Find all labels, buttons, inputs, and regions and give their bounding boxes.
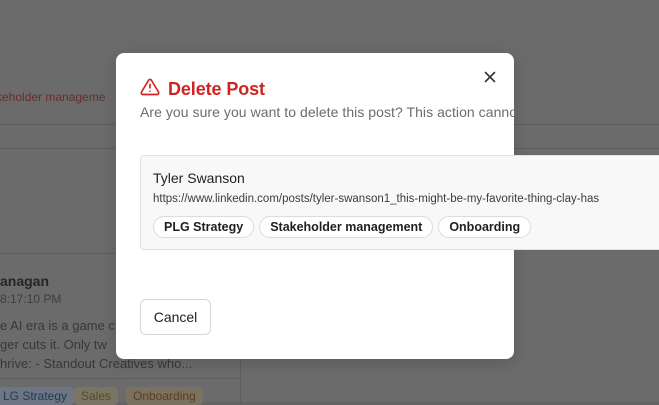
tag-chip: Stakeholder management (259, 216, 434, 238)
tag-chip: Onboarding (438, 216, 532, 238)
cancel-button[interactable]: Cancel (140, 299, 211, 335)
dialog-header: Delete Post (140, 77, 265, 102)
post-author: Tyler Swanson (153, 170, 245, 186)
post-tags: PLG Strategy Stakeholder management Onbo… (153, 216, 532, 238)
background-tag: Sales (74, 387, 119, 405)
background-divider (0, 378, 240, 379)
post-preview-card: Tyler Swanson https://www.linkedin.com/p… (140, 155, 659, 250)
warning-triangle-icon (140, 77, 160, 102)
background-timestamp: 8:17:10 PM (0, 292, 62, 306)
post-url: https://www.linkedin.com/posts/tyler-swa… (153, 193, 600, 205)
background-tag: LG Strategy (0, 387, 75, 405)
dialog-title: Delete Post (168, 79, 265, 99)
close-icon (484, 70, 496, 88)
dialog-description: Are you sure you want to delete this pos… (140, 104, 596, 120)
close-button[interactable] (479, 68, 501, 90)
background-snippet: e AI era is a game c (0, 318, 115, 333)
background-snippet: ger cuts it. Only tw (0, 337, 107, 352)
background-author: anagan (0, 273, 50, 289)
background-tag: Onboarding (126, 387, 203, 405)
tag-chip: PLG Strategy (153, 216, 255, 238)
background-breadcrumb: keholder manageme (0, 90, 106, 104)
